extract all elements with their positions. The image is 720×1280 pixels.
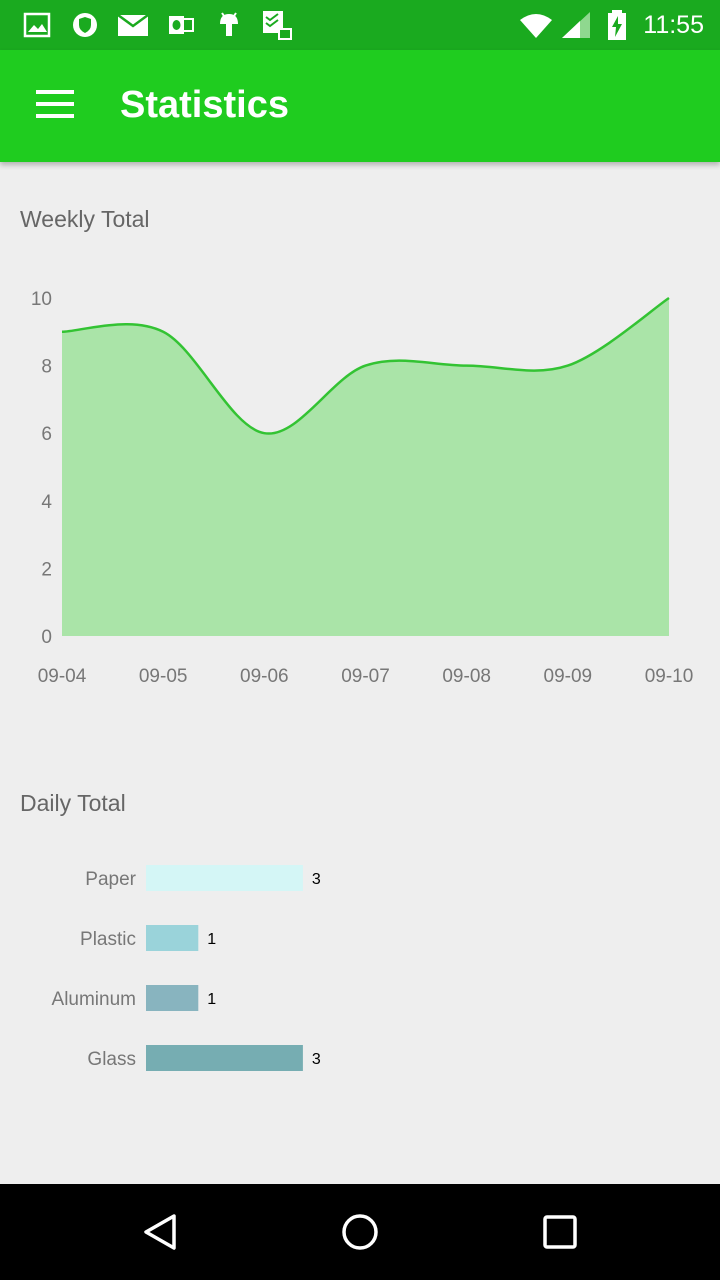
bar-value-plastic: 1 — [207, 931, 216, 948]
x-tick-label: 09-07 — [341, 666, 390, 687]
bar-value-aluminum: 1 — [207, 991, 216, 1008]
y-tick-label: 10 — [31, 289, 52, 310]
status-bar: 11:55 — [0, 0, 720, 50]
shield-icon — [73, 13, 97, 37]
bar-label-plastic: Plastic — [80, 929, 136, 950]
x-tick-label: 09-04 — [38, 666, 87, 687]
gallery-icon — [23, 12, 51, 38]
bar-value-glass: 3 — [312, 1051, 321, 1068]
outlook-icon — [169, 16, 194, 34]
x-tick-label: 09-05 — [139, 666, 188, 687]
clipboard-icon — [263, 11, 292, 40]
x-tick-label: 09-10 — [645, 666, 694, 687]
weekly-total-chart: 0 2 4 6 8 10 09-04 09-05 09-06 09-07 09-08 09-09 09-… — [31, 289, 694, 687]
x-tick-label: 09-08 — [442, 666, 491, 687]
signal-icon — [562, 12, 590, 38]
bar-label-paper: Paper — [85, 869, 136, 890]
y-tick-label: 4 — [41, 492, 52, 513]
bar-paper — [146, 865, 303, 891]
wifi-icon — [520, 14, 552, 38]
daily-total-chart: Paper 3 Plastic 1 Aluminum 1 Glass 3 — [52, 865, 321, 1071]
bar-label-glass: Glass — [87, 1049, 136, 1070]
android-icon — [220, 12, 238, 36]
bar-glass — [146, 1045, 303, 1071]
x-tick-label: 09-06 — [240, 666, 289, 687]
page-title: Statistics — [120, 84, 289, 126]
hamburger-menu-icon[interactable] — [36, 90, 76, 122]
bar-label-aluminum: Aluminum — [52, 989, 136, 1010]
recents-icon[interactable] — [542, 1214, 578, 1250]
mail-icon — [117, 13, 149, 36]
y-tick-label: 6 — [41, 424, 52, 445]
y-tick-label: 8 — [41, 357, 52, 378]
app-bar: Statistics — [0, 50, 720, 162]
navigation-bar — [0, 1184, 720, 1280]
home-icon[interactable] — [340, 1212, 380, 1252]
battery-charging-icon — [608, 10, 626, 40]
y-tick-label: 0 — [41, 627, 52, 648]
bar-plastic — [146, 925, 199, 951]
bar-value-paper: 3 — [312, 871, 321, 888]
back-icon[interactable] — [140, 1212, 180, 1252]
y-tick-label: 2 — [41, 559, 52, 580]
daily-total-title: Daily Total — [20, 790, 126, 816]
weekly-area-fill — [62, 298, 669, 636]
status-time: 11:55 — [643, 11, 704, 39]
weekly-total-title: Weekly Total — [20, 206, 150, 232]
x-tick-label: 09-09 — [544, 666, 593, 687]
bar-aluminum — [146, 985, 199, 1011]
